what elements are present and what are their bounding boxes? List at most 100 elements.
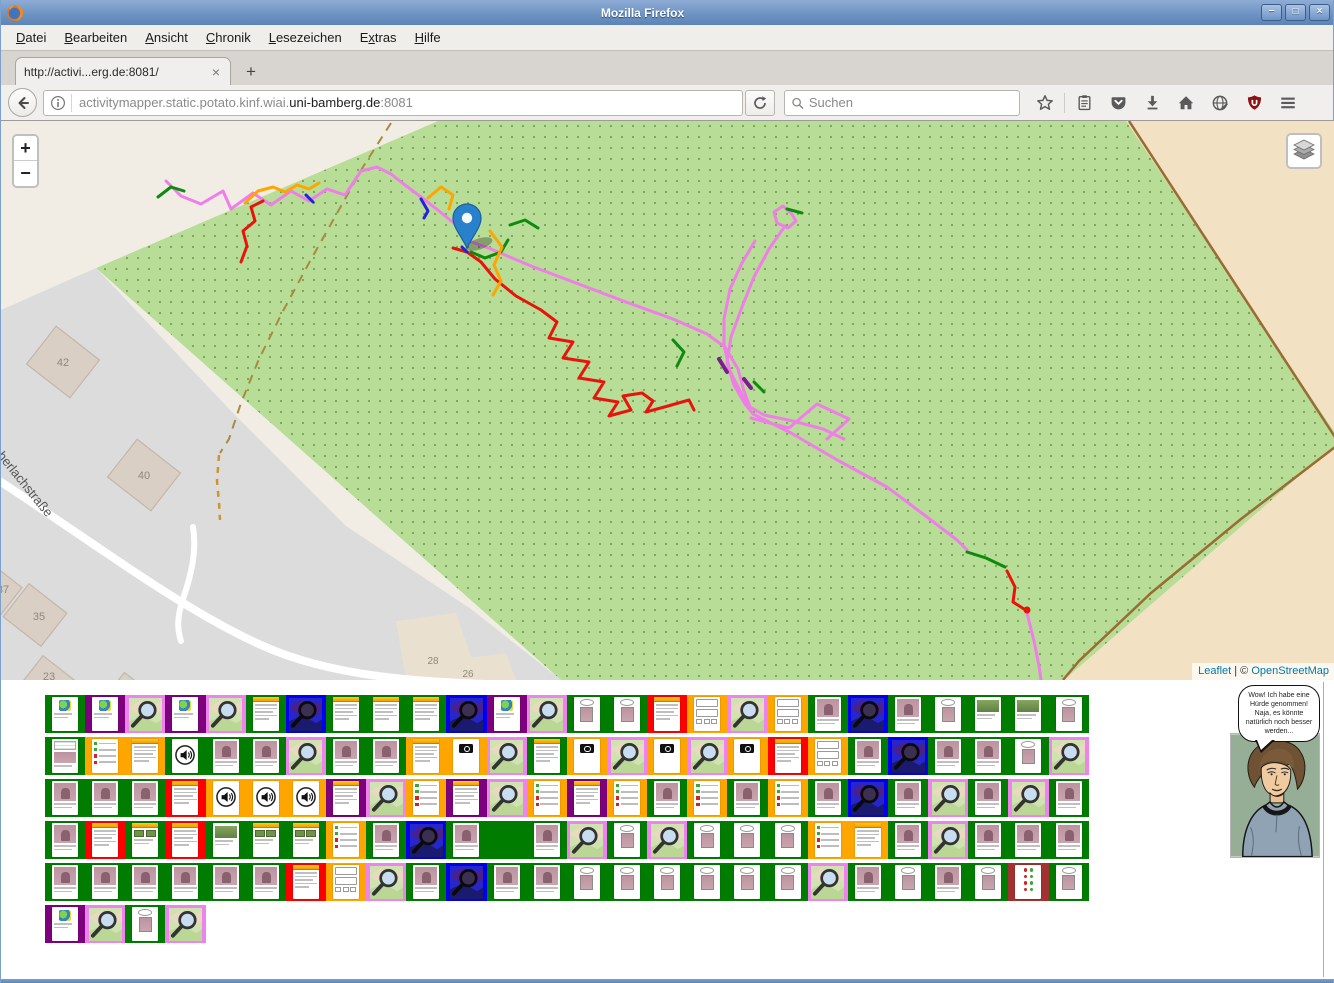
timeline-tile-speaker[interactable] — [286, 779, 326, 817]
reload-button[interactable] — [745, 90, 775, 116]
map-layers-button[interactable] — [1286, 133, 1322, 169]
browser-tab[interactable]: http://activi...erg.de:8081/ × — [15, 57, 231, 86]
timeline-tile-comic[interactable] — [567, 863, 607, 901]
timeline-tile-photo[interactable] — [45, 821, 85, 859]
timeline-tile-map[interactable] — [85, 905, 125, 943]
timeline-tile-photo[interactable] — [647, 779, 687, 817]
timeline-tile-map[interactable] — [206, 695, 246, 733]
timeline-tile-header[interactable] — [527, 737, 567, 775]
timeline-tile-logo[interactable] — [85, 695, 125, 733]
timeline-tile-images[interactable] — [246, 821, 286, 859]
timeline-tile-images[interactable] — [125, 821, 165, 859]
timeline-tile-photo[interactable] — [527, 863, 567, 901]
timeline-tile-plain[interactable] — [487, 821, 527, 859]
timeline-tile-map[interactable] — [527, 695, 567, 733]
timeline-tile-map[interactable] — [487, 737, 527, 775]
timeline-tile-frames[interactable] — [687, 695, 727, 733]
timeline-tile-header[interactable] — [326, 695, 366, 733]
timeline-tile-checklist[interactable] — [768, 779, 808, 817]
timeline-tile-photo[interactable] — [165, 863, 205, 901]
timeline-tile-comic[interactable] — [125, 905, 165, 943]
timeline-tile-comic[interactable] — [968, 863, 1008, 901]
zoom-in-button[interactable]: + — [14, 136, 37, 161]
timeline-tile-header[interactable] — [286, 863, 326, 901]
timeline-tile-photo[interactable] — [968, 737, 1008, 775]
timeline-tile-photo[interactable] — [808, 779, 848, 817]
timeline-tile-comic[interactable] — [687, 821, 727, 859]
timeline-tile-mapdark[interactable] — [848, 779, 888, 817]
timeline-tile-speaker[interactable] — [206, 779, 246, 817]
timeline-tile-photo[interactable] — [45, 863, 85, 901]
timeline-tile-photo[interactable] — [888, 779, 928, 817]
menu-chronik[interactable]: Chronik — [197, 27, 260, 48]
timeline-tile-comic[interactable] — [928, 695, 968, 733]
timeline-tile-photo[interactable] — [85, 863, 125, 901]
timeline-tile-header[interactable] — [165, 821, 205, 859]
timeline-tile-mapdark[interactable] — [446, 695, 486, 733]
timeline-tile-speaker[interactable] — [165, 737, 205, 775]
menu-datei[interactable]: Datei — [7, 27, 55, 48]
timeline-tile-photo[interactable] — [928, 737, 968, 775]
timeline-tile-comic[interactable] — [647, 863, 687, 901]
timeline-tile-frames[interactable] — [808, 737, 848, 775]
timeline-tile-map[interactable] — [366, 863, 406, 901]
timeline-tile-map[interactable] — [125, 695, 165, 733]
pocket-icon[interactable] — [1101, 89, 1135, 117]
minimize-button[interactable]: − — [1261, 4, 1282, 21]
leaflet-link[interactable]: Leaflet — [1198, 665, 1231, 677]
timeline-tile-speaker[interactable] — [246, 779, 286, 817]
timeline-tile-header[interactable] — [446, 779, 486, 817]
timeline-tile-photo[interactable] — [1008, 821, 1048, 859]
timeline-tile-comic[interactable] — [727, 821, 767, 859]
timeline-tile-photo[interactable] — [366, 737, 406, 775]
zoom-out-button[interactable]: − — [14, 161, 37, 186]
timeline-tile-comic[interactable] — [567, 695, 607, 733]
menu-icon[interactable] — [1271, 89, 1305, 117]
timeline-tile-checklist[interactable] — [607, 779, 647, 817]
timeline-tile-photo[interactable] — [808, 695, 848, 733]
timeline-tile-photo[interactable] — [45, 779, 85, 817]
maximize-button[interactable]: □ — [1285, 4, 1306, 21]
timeline-tile-checklist[interactable] — [85, 737, 125, 775]
tab-close-icon[interactable]: × — [210, 65, 222, 79]
timeline-tile-header[interactable] — [406, 695, 446, 733]
timeline-tile-mapdark[interactable] — [888, 737, 928, 775]
timeline-tile-photo[interactable] — [125, 779, 165, 817]
openstreetmap-link[interactable]: OpenStreetMap — [1251, 665, 1329, 677]
download-icon[interactable] — [1135, 89, 1169, 117]
timeline-tile-checklist[interactable] — [406, 779, 446, 817]
timeline-tile-checklist[interactable] — [808, 821, 848, 859]
timeline-tile-photo[interactable] — [206, 737, 246, 775]
timeline-tile-camera[interactable] — [567, 737, 607, 775]
home-icon[interactable] — [1169, 89, 1203, 117]
timeline-tile-mapdark[interactable] — [286, 695, 326, 733]
timeline-tile-mapdark[interactable] — [848, 695, 888, 733]
ublock-icon[interactable] — [1237, 89, 1271, 117]
menu-ansicht[interactable]: Ansicht — [136, 27, 197, 48]
timeline-tile-photo[interactable] — [446, 821, 486, 859]
timeline-tile-header[interactable] — [326, 779, 366, 817]
timeline-tile-header[interactable] — [567, 779, 607, 817]
timeline-tile-map[interactable] — [366, 779, 406, 817]
leaflet-map[interactable]: 42403537232826Scherlachstraße + − Leafle… — [1, 121, 1334, 680]
timeline-tile-frames[interactable] — [768, 695, 808, 733]
search-input[interactable] — [809, 95, 1013, 110]
timeline-tile-map[interactable] — [1008, 779, 1048, 817]
timeline-tile-comic[interactable] — [888, 863, 928, 901]
timeline-tile-logo[interactable] — [165, 695, 205, 733]
timeline-tile-logo[interactable] — [487, 695, 527, 733]
timeline-tile-photo[interactable] — [1049, 779, 1089, 817]
url-bar[interactable]: activitymapper.static.potato.kinf.wiai.u… — [43, 90, 743, 116]
timeline-tile-frames[interactable] — [326, 863, 366, 901]
timeline-tile-photo[interactable] — [206, 863, 246, 901]
timeline-tile-logo[interactable] — [45, 905, 85, 943]
timeline-tile-camera[interactable] — [446, 737, 486, 775]
menu-lesezeichen[interactable]: Lesezeichen — [260, 27, 351, 48]
timeline-tile-header[interactable] — [85, 821, 125, 859]
timeline-tile-comic[interactable] — [1049, 695, 1089, 733]
timeline-tile-comic[interactable] — [607, 821, 647, 859]
timeline-tile-map[interactable] — [928, 821, 968, 859]
timeline-tile-photo[interactable] — [888, 821, 928, 859]
map-canvas[interactable]: 42403537232826Scherlachstraße — [1, 121, 1334, 680]
timeline-tile-map[interactable] — [808, 863, 848, 901]
